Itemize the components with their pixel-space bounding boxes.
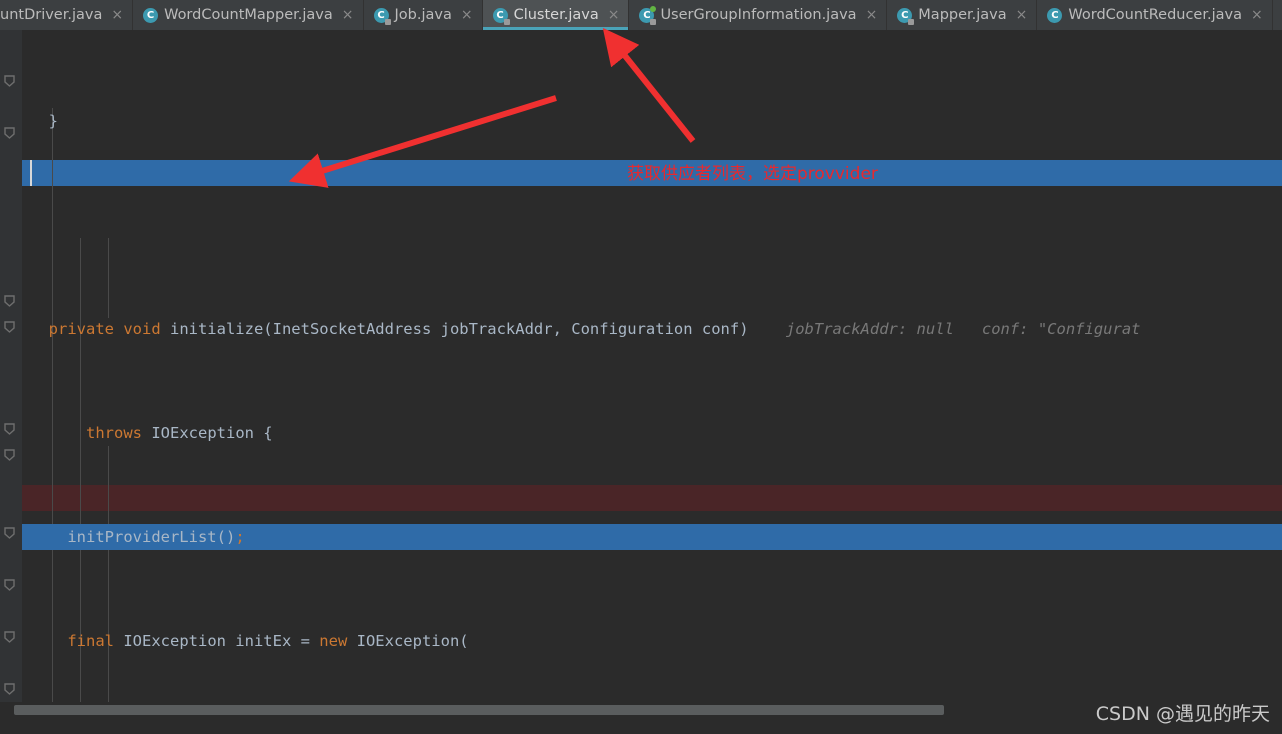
code-line: throws IOException {	[86, 424, 273, 442]
tab-wordcountreducer[interactable]: C WordCountReducer.java ×	[1037, 0, 1273, 30]
tab-label: WordCountMapper.java	[164, 7, 333, 23]
csdn-watermark: CSDN @遇见的昨天	[1095, 703, 1270, 725]
code-line-selected: initProviderList();	[22, 524, 1282, 550]
fold-arrow-icon[interactable]	[3, 422, 17, 436]
fold-arrow-icon[interactable]	[3, 682, 17, 696]
code-editor[interactable]: } private void initialize(InetSocketAddr…	[0, 30, 1282, 718]
fold-arrow-icon[interactable]	[3, 526, 17, 540]
horizontal-scrollbar-thumb[interactable]	[14, 705, 944, 715]
close-icon[interactable]: ×	[111, 8, 123, 22]
close-icon[interactable]: ×	[461, 8, 473, 22]
close-icon[interactable]: ×	[866, 8, 878, 22]
tab-job[interactable]: C Job.java ×	[363, 0, 483, 30]
tab-label: untDriver.java	[0, 7, 103, 23]
tab-usergroupinformation[interactable]: C UserGroupInformation.java ×	[629, 0, 888, 30]
editor-gutter[interactable]	[0, 30, 22, 718]
close-icon[interactable]: ×	[342, 8, 354, 22]
tab-label: WordCountReducer.java	[1068, 7, 1242, 23]
ide-window: untDriver.java × C WordCountMapper.java …	[0, 0, 1282, 734]
java-class-icon: C	[143, 7, 159, 23]
java-class-icon: C	[1047, 7, 1063, 23]
tab-wordcountmapper[interactable]: C WordCountMapper.java ×	[133, 0, 364, 30]
fold-arrow-icon[interactable]	[3, 578, 17, 592]
tab-mapper[interactable]: C Mapper.java ×	[887, 0, 1038, 30]
chinese-annotation-note: 获取供应者列表，选定provvider	[627, 164, 878, 184]
fold-arrow-icon[interactable]	[3, 126, 17, 140]
editor-tab-bar: untDriver.java × C WordCountMapper.java …	[0, 0, 1282, 30]
java-class-icon: C	[639, 5, 657, 25]
fold-arrow-icon[interactable]	[3, 294, 17, 308]
tab-label: Cluster.java	[513, 7, 599, 23]
close-icon[interactable]: ×	[608, 8, 620, 22]
close-icon[interactable]: ×	[1016, 8, 1028, 22]
fold-arrow-icon[interactable]	[3, 74, 17, 88]
tab-label: Job.java	[394, 7, 452, 23]
java-class-icon: C	[373, 7, 391, 25]
code-line: }	[30, 112, 58, 130]
tab-label: Mapper.java	[918, 7, 1007, 23]
java-class-icon: C	[897, 7, 915, 25]
tab-cluster[interactable]: C Cluster.java ×	[482, 0, 630, 30]
code-line: private void initialize(InetSocketAddres…	[30, 320, 1141, 338]
fold-arrow-icon[interactable]	[3, 320, 17, 334]
fold-arrow-icon[interactable]	[3, 630, 17, 644]
close-icon[interactable]: ×	[1251, 8, 1263, 22]
horizontal-scrollbar[interactable]	[0, 702, 1282, 718]
java-class-icon: C	[492, 7, 510, 25]
fold-arrow-icon[interactable]	[3, 448, 17, 462]
tab-wordcountdriver[interactable]: untDriver.java ×	[0, 0, 134, 30]
tab-label: UserGroupInformation.java	[660, 7, 857, 23]
code-text[interactable]: } private void initialize(InetSocketAddr…	[22, 30, 1282, 718]
code-line: final IOException initEx = new IOExcepti…	[67, 632, 469, 650]
